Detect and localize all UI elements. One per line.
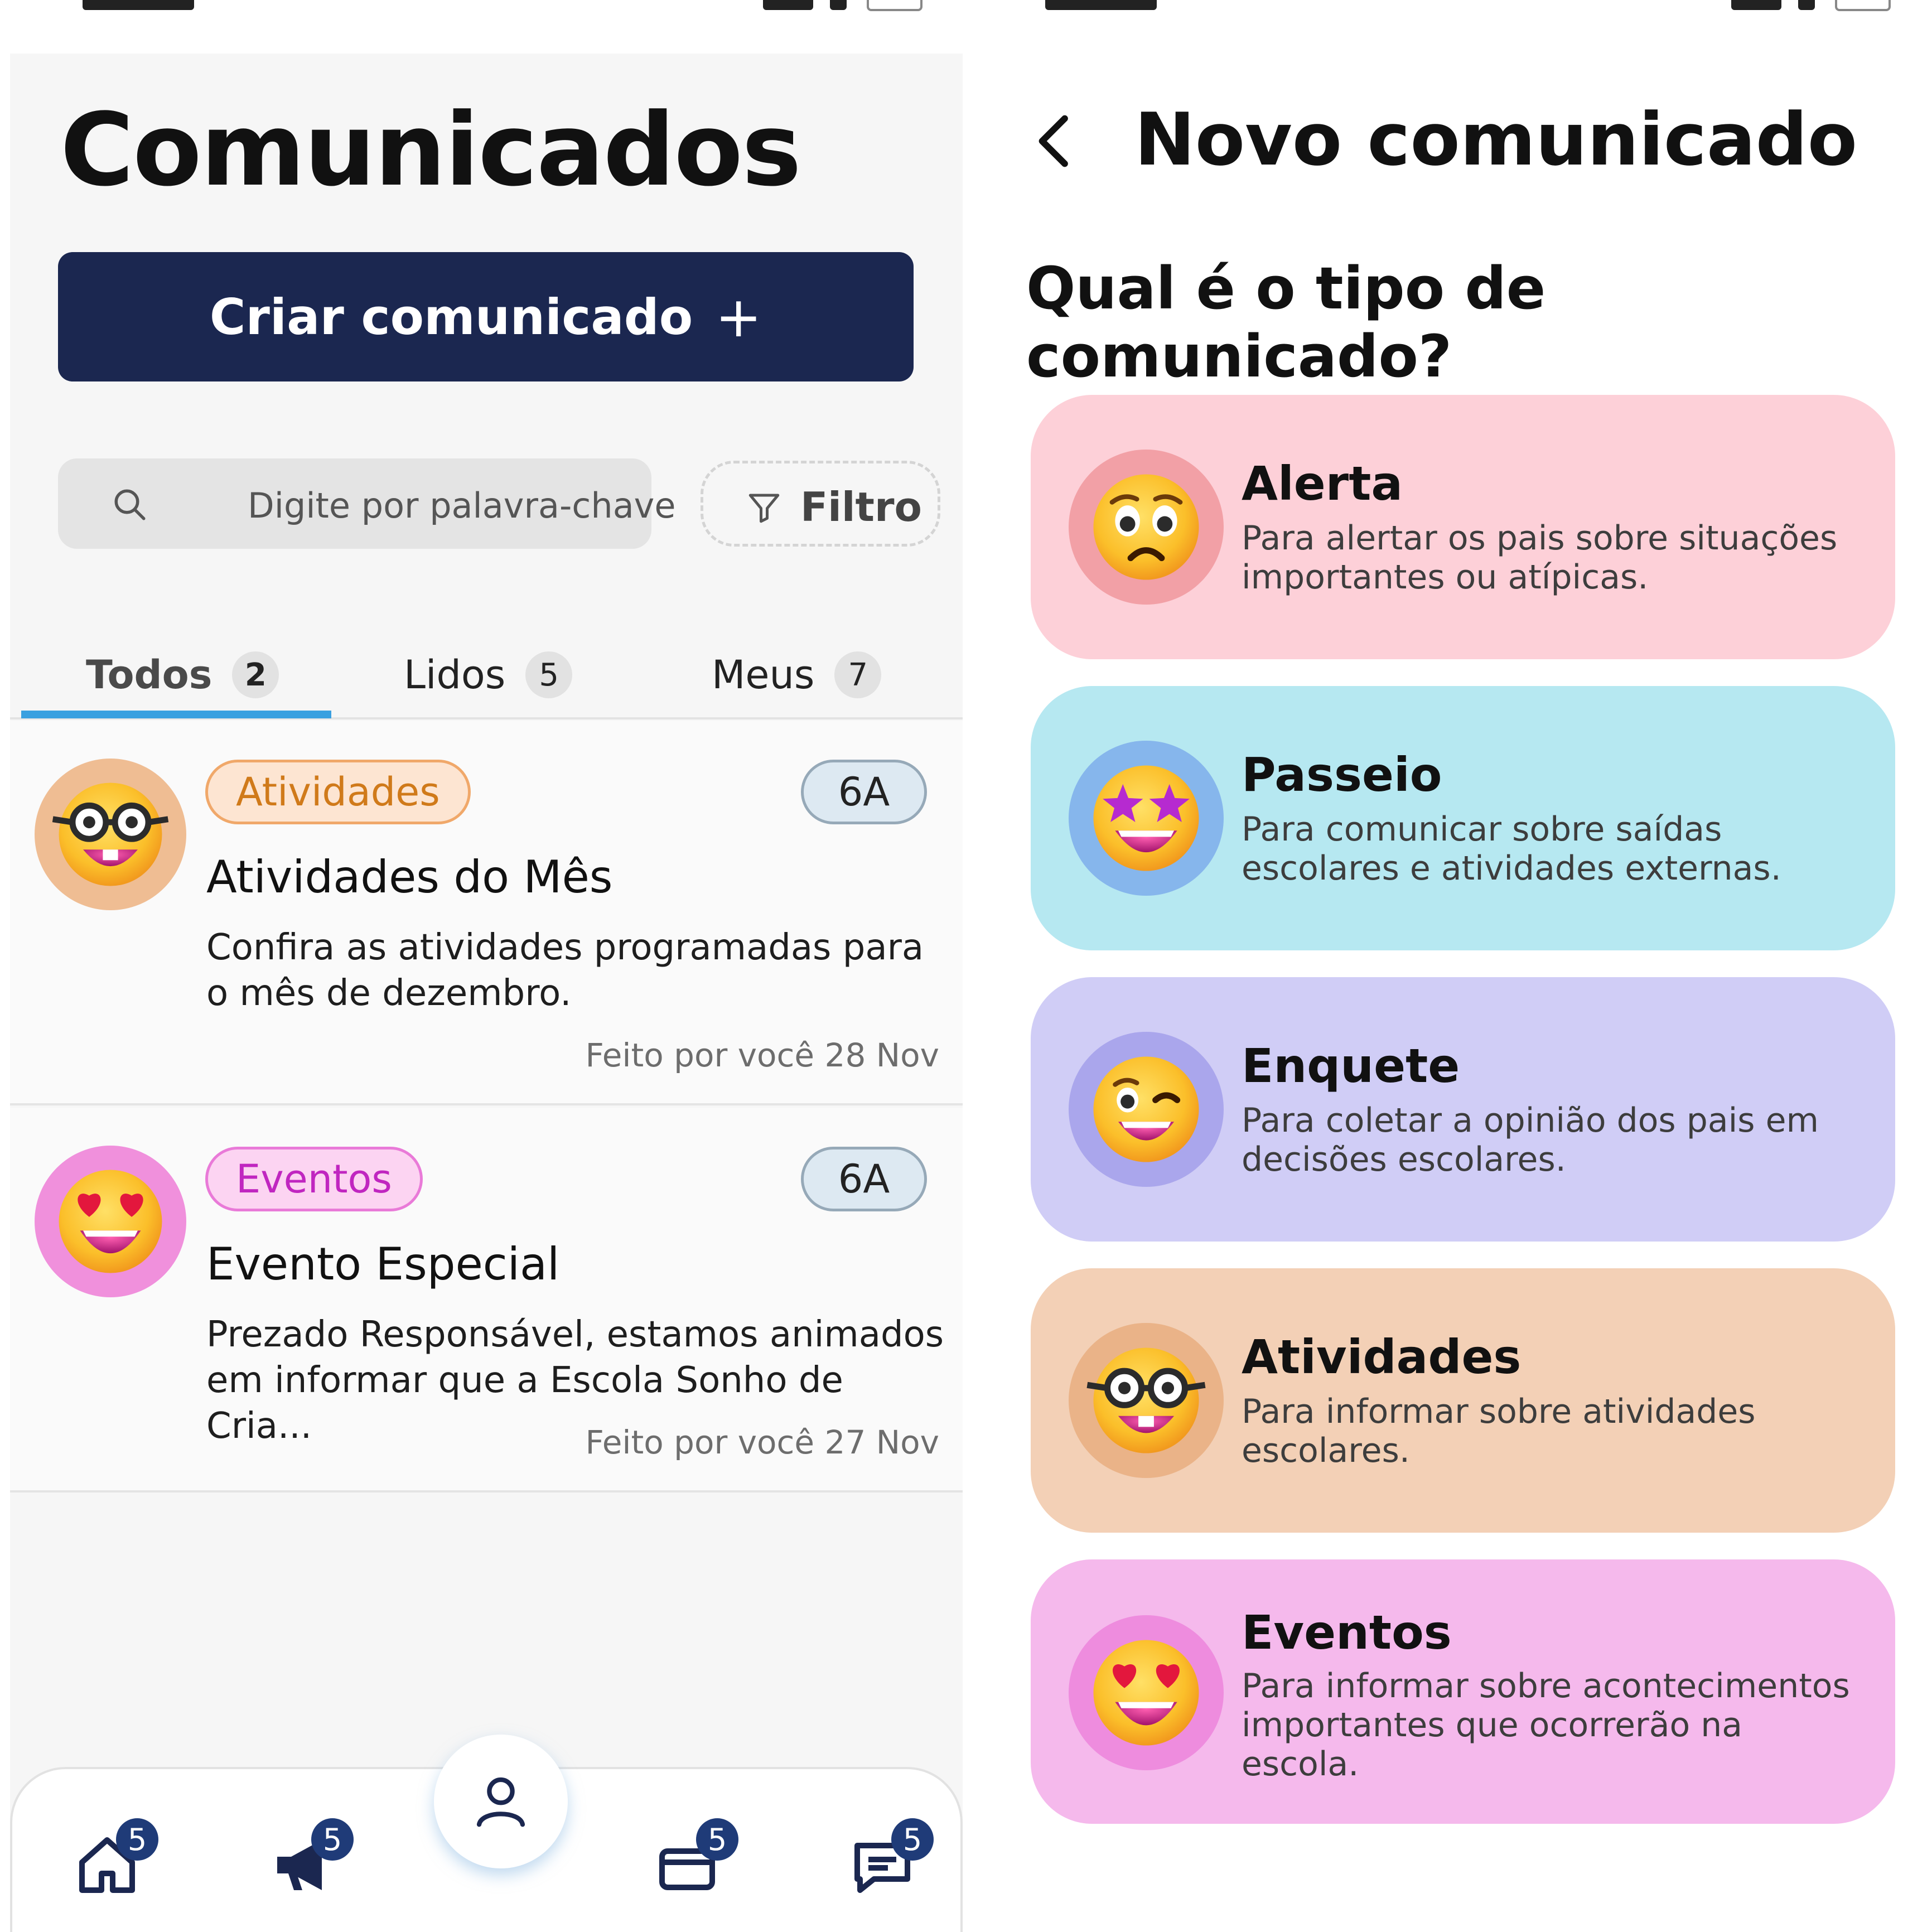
nerd-glasses-emoji — [35, 759, 186, 910]
category-chip: Atividades — [205, 760, 471, 824]
card-title: Evento Especial — [206, 1238, 560, 1290]
notification-badge: 5 — [696, 1818, 738, 1861]
notification-badge: 5 — [891, 1818, 934, 1861]
card-meta: Feito por você 28 Nov — [585, 1036, 940, 1074]
tab-label: Meus — [712, 652, 815, 698]
chevron-left-icon[interactable] — [1030, 110, 1080, 172]
type-name: Atividades — [1242, 1330, 1522, 1384]
wifi-icon — [830, 0, 847, 10]
status-bar — [10, 0, 963, 54]
signal-icon — [763, 0, 813, 10]
class-chip: 6A — [801, 1147, 927, 1211]
notification-badge: 5 — [116, 1818, 158, 1861]
tab-meus[interactable]: Meus 7 — [712, 651, 882, 698]
tab-count-badge: 7 — [834, 651, 882, 698]
type-name: Passeio — [1242, 747, 1442, 802]
type-option-atividades[interactable]: Atividades Para informar sobre atividade… — [1031, 1268, 1895, 1533]
tab-label: Todos — [86, 652, 212, 698]
type-question: Qual é o tipo de comunicado? — [1026, 254, 1546, 390]
signal-icon — [1731, 0, 1781, 10]
type-option-alerta[interactable]: Alerta Para alertar os pais sobre situaç… — [1031, 395, 1895, 659]
tab-lidos[interactable]: Lidos 5 — [404, 651, 573, 698]
nav-announcements[interactable]: 5 — [269, 1818, 354, 1910]
search-placeholder: Digite por palavra-chave — [248, 485, 676, 526]
status-bar — [973, 0, 1932, 39]
type-description: Para coletar a opinião dos pais em decis… — [1242, 1101, 1819, 1179]
nav-profile[interactable] — [434, 1735, 568, 1868]
screen-title: Novo comunicado — [1134, 97, 1858, 182]
type-description: Para comunicar sobre saídas escolares e … — [1242, 810, 1781, 888]
filter-label: Filtro — [800, 484, 922, 530]
type-name: Alerta — [1242, 456, 1403, 511]
communication-card[interactable]: Atividades 6A Atividades do Mês Confira … — [10, 721, 963, 1105]
filter-icon — [748, 494, 780, 523]
type-name: Eventos — [1242, 1605, 1452, 1660]
type-description: Para informar sobre acontecimentos impor… — [1242, 1667, 1850, 1784]
communication-card[interactable]: Eventos 6A Evento Especial Prezado Respo… — [10, 1108, 963, 1493]
type-description: Para alertar os pais sobre situações imp… — [1242, 519, 1838, 597]
type-option-passeio[interactable]: Passeio Para comunicar sobre saídas esco… — [1031, 686, 1895, 950]
star-struck-emoji — [1069, 741, 1224, 896]
tab-count-badge: 2 — [232, 651, 279, 698]
nav-home[interactable]: 5 — [74, 1818, 158, 1910]
card-text: Confira as atividades programadas para o… — [206, 927, 924, 1014]
tab-bar: Todos 2 Lidos 5 Meus 7 — [10, 635, 963, 719]
nav-folder[interactable]: 5 — [654, 1818, 738, 1910]
nerd-glasses-emoji — [1069, 1323, 1224, 1478]
tab-todos[interactable]: Todos 2 — [86, 651, 279, 698]
tab-count-badge: 5 — [525, 651, 573, 698]
search-icon — [114, 489, 146, 520]
class-chip: 6A — [801, 760, 927, 824]
card-title: Atividades do Mês — [206, 851, 613, 903]
category-chip: Eventos — [205, 1147, 423, 1211]
type-description: Para informar sobre atividades escolares… — [1242, 1392, 1756, 1470]
filter-button[interactable]: Filtro — [701, 461, 940, 547]
active-tab-indicator — [21, 711, 331, 718]
notification-badge: 5 — [311, 1818, 354, 1861]
worried-face-emoji — [1069, 450, 1224, 605]
type-option-enquete[interactable]: Enquete Para coletar a opinião dos pais … — [1031, 977, 1895, 1242]
page-title: Comunicados — [60, 92, 801, 209]
winking-face-emoji — [1069, 1032, 1224, 1187]
heart-eyes-emoji — [1069, 1615, 1224, 1770]
new-communication-screen: Novo comunicado Qual é o tipo de comunic… — [973, 0, 1932, 1932]
profile-icon — [476, 1777, 525, 1827]
clock-fragment — [83, 0, 194, 10]
clock-fragment — [1045, 0, 1157, 10]
plus-icon: + — [715, 284, 762, 350]
heart-eyes-emoji — [35, 1146, 186, 1297]
tab-label: Lidos — [404, 652, 506, 698]
wifi-icon — [1798, 0, 1815, 10]
battery-icon — [1835, 0, 1891, 11]
battery-icon — [867, 0, 922, 11]
type-name: Enquete — [1242, 1039, 1460, 1093]
nav-chat[interactable]: 5 — [849, 1818, 934, 1910]
card-meta: Feito por você 27 Nov — [585, 1423, 940, 1461]
create-button-label: Criar comunicado — [209, 288, 693, 346]
type-option-eventos[interactable]: Eventos Para informar sobre aconteciment… — [1031, 1559, 1895, 1824]
search-field[interactable]: Digite por palavra-chave — [58, 458, 676, 549]
communications-screen: Comunicados Criar comunicado + Digite po… — [10, 0, 963, 1932]
create-communication-button[interactable]: Criar comunicado + — [58, 252, 914, 381]
